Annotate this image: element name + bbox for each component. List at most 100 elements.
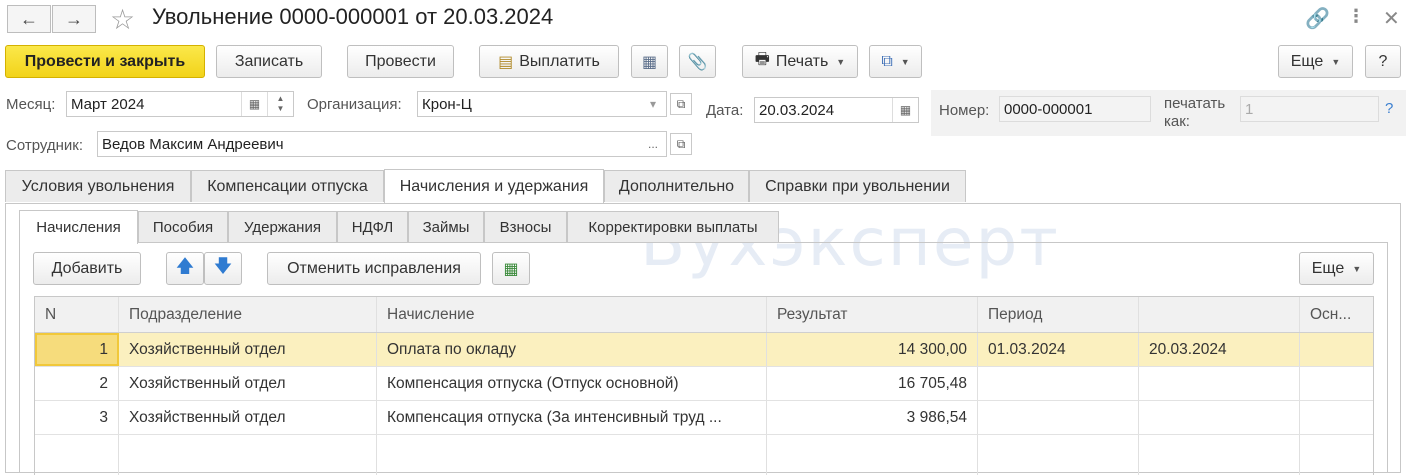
cell-n[interactable]: 2 xyxy=(35,367,119,400)
arrow-up-icon: 🡅 xyxy=(175,255,195,276)
date-value: 20.03.2024 xyxy=(759,101,835,119)
cell-period-end[interactable]: 20.03.2024 xyxy=(1139,333,1300,366)
create-based-on-button[interactable]: ⧉ ▼ xyxy=(869,45,922,78)
month-value: Март 2024 xyxy=(71,95,145,113)
post-label: Провести xyxy=(365,52,436,70)
chevron-down-icon: ▼ xyxy=(1352,263,1362,274)
date-label: Дата: xyxy=(706,102,744,119)
subtab-benefits[interactable]: Пособия xyxy=(138,211,228,242)
tab-label: Компенсации отпуска xyxy=(207,177,368,195)
table-add-button[interactable]: ▦ xyxy=(492,252,530,285)
subtab-payment-adjustments[interactable]: Корректировки выплаты xyxy=(567,211,779,242)
cell-accrual[interactable]: Компенсация отпуска (За интенсивный труд… xyxy=(377,401,767,434)
cell-accrual[interactable]: Оплата по окладу xyxy=(377,333,767,366)
cell-period-end[interactable] xyxy=(1139,401,1300,434)
cell-period-start[interactable] xyxy=(978,367,1139,400)
menu-dots-icon[interactable]: ⋮ xyxy=(1347,6,1365,27)
pay-button[interactable]: ▤ Выплатить xyxy=(479,45,619,78)
back-arrow-icon: ← xyxy=(20,8,38,29)
cell-basis[interactable] xyxy=(1300,367,1373,400)
subtab-label: Удержания xyxy=(244,218,321,236)
column-header-basis[interactable]: Осн... xyxy=(1300,297,1373,332)
number-label: Номер: xyxy=(939,102,990,119)
forward-arrow-icon: → xyxy=(65,8,83,29)
organization-field[interactable]: Крон-Ц ▾ xyxy=(417,91,667,117)
cell-result[interactable]: 3 986,54 xyxy=(767,401,978,434)
tab-additional[interactable]: Дополнительно xyxy=(604,170,749,202)
chevron-down-icon: ▼ xyxy=(836,56,846,67)
post-and-close-button[interactable]: Провести и закрыть xyxy=(5,45,205,78)
more-button[interactable]: Еще ▼ xyxy=(1278,45,1353,78)
month-field[interactable]: Март 2024 ▦ ▲ ▼ xyxy=(66,91,294,117)
save-button[interactable]: Записать xyxy=(216,45,322,78)
cell-basis[interactable] xyxy=(1300,401,1373,434)
cell-n[interactable]: 1 xyxy=(35,333,119,366)
cell-result[interactable]: 14 300,00 xyxy=(767,333,978,366)
forward-button[interactable]: → xyxy=(52,5,96,33)
help-button[interactable]: ? xyxy=(1365,45,1401,78)
attach-button[interactable]: 📎 xyxy=(679,45,716,78)
print-as-field[interactable]: 1 xyxy=(1240,96,1379,122)
date-field[interactable]: 20.03.2024 ▦ xyxy=(754,97,919,123)
table-row[interactable]: 1 Хозяйственный отдел Оплата по окладу 1… xyxy=(35,333,1373,367)
close-icon[interactable]: ✕ xyxy=(1383,6,1400,31)
tab-label: Условия увольнения xyxy=(21,177,175,195)
cell-period-start[interactable] xyxy=(978,401,1139,434)
cell-department[interactable]: Хозяйственный отдел xyxy=(119,367,377,400)
post-button[interactable]: Провести xyxy=(347,45,454,78)
subtab-loans[interactable]: Займы xyxy=(408,211,484,242)
cell-result[interactable]: 16 705,48 xyxy=(767,367,978,400)
column-header-period-end[interactable] xyxy=(1139,297,1300,332)
add-label: Добавить xyxy=(51,259,123,277)
column-header-result[interactable]: Результат xyxy=(767,297,978,332)
tab-dismissal-certificates[interactable]: Справки при увольнении xyxy=(749,170,966,202)
table-row[interactable]: 3 Хозяйственный отдел Компенсация отпуск… xyxy=(35,401,1373,435)
subtab-deductions[interactable]: Удержания xyxy=(228,211,337,242)
subtab-label: Корректировки выплаты xyxy=(588,218,758,236)
open-employee-icon[interactable]: ⧉ xyxy=(670,133,692,155)
save-label: Записать xyxy=(234,52,304,70)
cell-period-end[interactable] xyxy=(1139,367,1300,400)
move-down-button[interactable]: 🡇 xyxy=(204,252,242,285)
print-button[interactable]: 🖶 Печать ▼ xyxy=(742,45,858,78)
cell-n[interactable]: 3 xyxy=(35,401,119,434)
organization-value: Крон-Ц xyxy=(422,95,472,113)
column-header-period[interactable]: Период xyxy=(978,297,1139,332)
cell-period-start[interactable]: 01.03.2024 xyxy=(978,333,1139,366)
tab-dismissal-conditions[interactable]: Условия увольнения xyxy=(5,170,191,202)
add-button[interactable]: Добавить xyxy=(33,252,141,285)
number-field[interactable]: 0000-000001 xyxy=(999,96,1151,122)
column-header-accrual[interactable]: Начисление xyxy=(377,297,767,332)
subtab-label: Пособия xyxy=(152,218,214,236)
cell-department[interactable]: Хозяйственный отдел xyxy=(119,333,377,366)
paperclip-icon: 📎 xyxy=(687,53,708,71)
column-header-department[interactable]: Подразделение xyxy=(119,297,377,332)
table-row[interactable]: 2 Хозяйственный отдел Компенсация отпуск… xyxy=(35,367,1373,401)
calendar-icon[interactable]: ▦ xyxy=(892,98,918,122)
calendar-icon[interactable]: ▦ xyxy=(241,92,267,116)
tab-accruals-deductions[interactable]: Начисления и удержания xyxy=(384,169,604,203)
cancel-corrections-button[interactable]: Отменить исправления xyxy=(267,252,481,285)
subtab-label: Займы xyxy=(422,218,470,236)
cell-accrual[interactable]: Компенсация отпуска (Отпуск основной) xyxy=(377,367,767,400)
cell-basis[interactable] xyxy=(1300,333,1373,366)
ellipsis-select-button[interactable]: ... xyxy=(640,132,666,156)
favorite-star-icon[interactable]: ☆ xyxy=(110,3,135,36)
cell-department[interactable]: Хозяйственный отдел xyxy=(119,401,377,434)
subtab-accruals[interactable]: Начисления xyxy=(19,210,138,244)
help-question-icon[interactable]: ? xyxy=(1385,100,1393,117)
grid-more-button[interactable]: Еще ▼ xyxy=(1299,252,1374,285)
report-button[interactable]: ▦ xyxy=(631,45,668,78)
open-organization-icon[interactable]: ⧉ xyxy=(670,93,692,115)
subtab-contributions[interactable]: Взносы xyxy=(484,211,567,242)
link-icon[interactable]: 🔗 xyxy=(1305,6,1330,31)
column-header-n[interactable]: N xyxy=(35,297,119,332)
tab-vacation-compensation[interactable]: Компенсации отпуска xyxy=(191,170,384,202)
employee-value: Ведов Максим Андреевич xyxy=(102,135,284,153)
chevron-down-icon[interactable]: ▾ xyxy=(640,92,666,116)
employee-field[interactable]: Ведов Максим Андреевич ... xyxy=(97,131,667,157)
back-button[interactable]: ← xyxy=(7,5,51,33)
move-up-button[interactable]: 🡅 xyxy=(166,252,204,285)
subtab-ndfl[interactable]: НДФЛ xyxy=(337,211,408,242)
month-stepper[interactable]: ▲ ▼ xyxy=(267,92,293,116)
